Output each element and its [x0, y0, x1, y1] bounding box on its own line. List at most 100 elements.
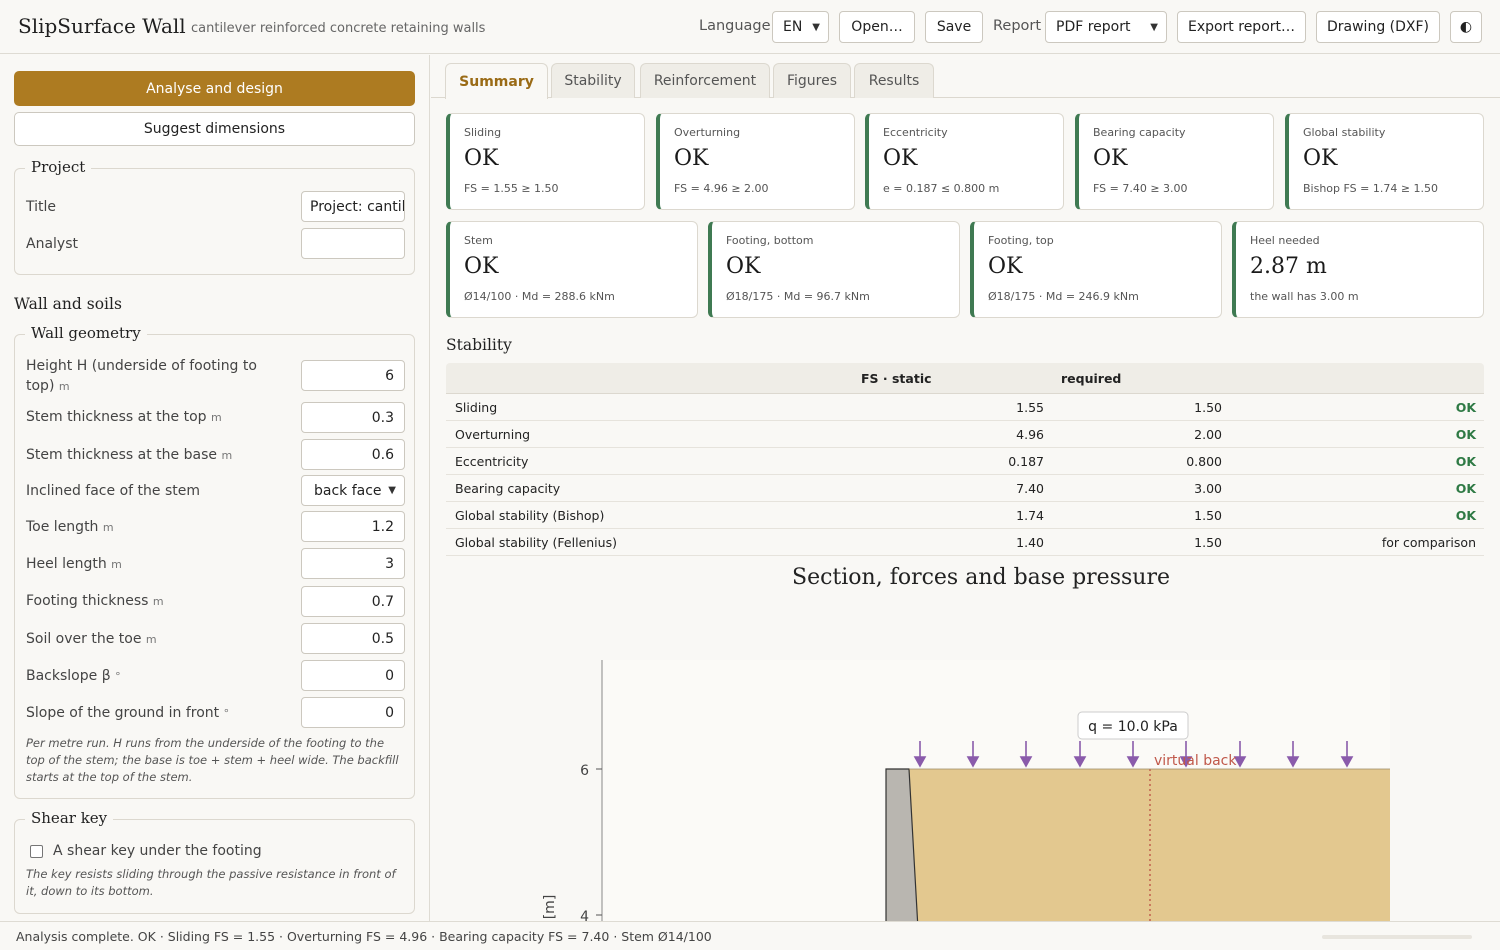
project-fieldset: Project Title Project: cantilever wall A…: [14, 158, 415, 275]
main-panel: Summary Stability Reinforcement Figures …: [431, 55, 1500, 921]
status-bar: Analysis complete. OK · Sliding FS = 1.5…: [0, 921, 1500, 950]
table-row: Bearing capacity 7.40 3.00 OK: [446, 475, 1484, 502]
toe-length-input[interactable]: 1.2: [301, 511, 405, 542]
heel-length-label: Heel length m: [26, 556, 122, 572]
language-value: EN: [783, 19, 803, 35]
virtual-back-label: virtual back: [1154, 753, 1237, 769]
export-report-button[interactable]: Export report…: [1177, 11, 1306, 43]
card-footing-bottom: Footing, bottom OK Ø18/175 · Md = 96.7 k…: [708, 221, 960, 318]
stem-top-label: Stem thickness at the top m: [26, 409, 222, 425]
row-required: 2.00: [1194, 427, 1222, 442]
row-status: for comparison: [1381, 535, 1476, 550]
report-format-select[interactable]: PDF report ▼: [1045, 11, 1167, 43]
card-detail: FS = 7.40 ≥ 3.00: [1093, 182, 1188, 195]
card-detail: Ø18/175 · Md = 246.9 kNm: [988, 290, 1139, 303]
drawing-dxf-button[interactable]: Drawing (DXF): [1316, 11, 1440, 43]
card-value: OK: [1093, 146, 1128, 171]
card-eccentricity: Eccentricity OK e = 0.187 ≤ 0.800 m: [865, 113, 1064, 210]
tab-summary[interactable]: Summary: [445, 63, 548, 99]
open-button[interactable]: Open…: [839, 11, 915, 43]
soil-over-toe-label: Soil over the toe m: [26, 631, 157, 647]
status-text: Analysis complete. OK · Sliding FS = 1.5…: [16, 929, 712, 944]
stem-base-label: Stem thickness at the base m: [26, 447, 233, 463]
card-label: Footing, top: [988, 234, 1054, 247]
inclined-face-select[interactable]: back face ▼: [301, 475, 405, 506]
tab-stability[interactable]: Stability: [551, 63, 635, 98]
row-required: 1.50: [1194, 508, 1222, 523]
app-title: SlipSurface Wall: [18, 14, 186, 38]
geometry-note: Per metre run. H runs from the underside…: [26, 736, 399, 784]
stem-top-input[interactable]: 0.3: [301, 402, 405, 433]
card-label: Stem: [464, 234, 493, 247]
footing-thickness-input[interactable]: 0.7: [301, 586, 405, 617]
progress-track: [1322, 935, 1472, 939]
tab-reinforcement[interactable]: Reinforcement: [640, 63, 770, 98]
card-value: OK: [726, 254, 761, 279]
row-name: Overturning: [455, 427, 531, 442]
backslope-label: Backslope β °: [26, 668, 121, 684]
card-value: OK: [464, 254, 499, 279]
chevron-down-icon: ▼: [1150, 21, 1158, 33]
tab-figures[interactable]: Figures: [773, 63, 851, 98]
heel-length-input[interactable]: 3: [301, 548, 405, 579]
analyse-design-button[interactable]: Analyse and design: [14, 71, 415, 106]
figure-title: Section, forces and base pressure: [792, 565, 1170, 590]
analyst-field[interactable]: [301, 228, 405, 259]
front-slope-input[interactable]: 0: [301, 697, 405, 728]
row-name: Sliding: [455, 400, 498, 415]
card-value: 2.87 m: [1250, 254, 1327, 279]
chevron-down-icon: ▼: [812, 21, 820, 33]
row-required: 1.50: [1194, 400, 1222, 415]
row-status: OK: [1455, 481, 1476, 496]
card-value: OK: [988, 254, 1023, 279]
shear-key-fieldset: Shear key A shear key under the footing …: [14, 809, 415, 914]
row-name: Global stability (Fellenius): [455, 535, 617, 550]
shear-key-checkbox-label[interactable]: A shear key under the footing: [53, 841, 393, 861]
card-value: OK: [464, 146, 499, 171]
row-fs: 1.74: [1016, 508, 1044, 523]
save-button[interactable]: Save: [925, 11, 983, 43]
row-required: 3.00: [1194, 481, 1222, 496]
theme-toggle-button[interactable]: ◐: [1450, 11, 1482, 43]
row-status: OK: [1455, 400, 1476, 415]
stability-table: FS · static required Sliding 1.55 1.50 O…: [446, 363, 1484, 556]
row-fs: 1.55: [1016, 400, 1044, 415]
card-value: OK: [883, 146, 918, 171]
row-fs: 0.187: [1008, 454, 1044, 469]
table-row: Eccentricity 0.187 0.800 OK: [446, 448, 1484, 475]
top-bar: SlipSurface Wall cantilever reinforced c…: [0, 0, 1500, 54]
sidebar: Analyse and design Suggest dimensions Pr…: [0, 55, 430, 921]
shear-key-note: The key resists sliding through the pass…: [26, 867, 396, 898]
stem-base-input[interactable]: 0.6: [301, 439, 405, 470]
height-input[interactable]: 6: [301, 360, 405, 391]
soil-over-toe-input[interactable]: 0.5: [301, 623, 405, 654]
row-name: Bearing capacity: [455, 481, 561, 496]
tab-results[interactable]: Results: [854, 63, 934, 98]
card-value: OK: [674, 146, 709, 171]
card-label: Eccentricity: [883, 126, 948, 139]
stability-heading: Stability: [446, 336, 512, 354]
wall-soils-heading: Wall and soils: [14, 295, 122, 313]
suggest-dimensions-button[interactable]: Suggest dimensions: [14, 112, 415, 146]
wall-geometry-legend: Wall geometry: [25, 324, 147, 342]
card-label: Heel needed: [1250, 234, 1320, 247]
language-select[interactable]: EN ▼: [772, 11, 829, 43]
shear-key-checkbox[interactable]: [30, 845, 43, 858]
row-status: OK: [1455, 427, 1476, 442]
row-status: OK: [1455, 454, 1476, 469]
section-figure: 6 4 [m] q = 10.0 kPa virtual back: [542, 660, 1390, 921]
card-value: OK: [1303, 146, 1338, 171]
table-row: Sliding 1.55 1.50 OK: [446, 394, 1484, 421]
table-header: FS · static required: [446, 363, 1484, 394]
row-status: OK: [1455, 508, 1476, 523]
card-detail: FS = 1.55 ≥ 1.50: [464, 182, 559, 195]
table-row: Global stability (Bishop) 1.74 1.50 OK: [446, 502, 1484, 529]
chevron-down-icon: ▼: [388, 485, 396, 496]
inclined-face-value: back face: [314, 482, 382, 499]
title-field[interactable]: Project: cantilever wall: [301, 191, 405, 222]
shear-key-legend: Shear key: [25, 809, 114, 827]
y-tick-label: 4: [580, 909, 589, 921]
card-label: Footing, bottom: [726, 234, 814, 247]
column-header-fs: FS · static: [861, 371, 932, 386]
backslope-input[interactable]: 0: [301, 660, 405, 691]
